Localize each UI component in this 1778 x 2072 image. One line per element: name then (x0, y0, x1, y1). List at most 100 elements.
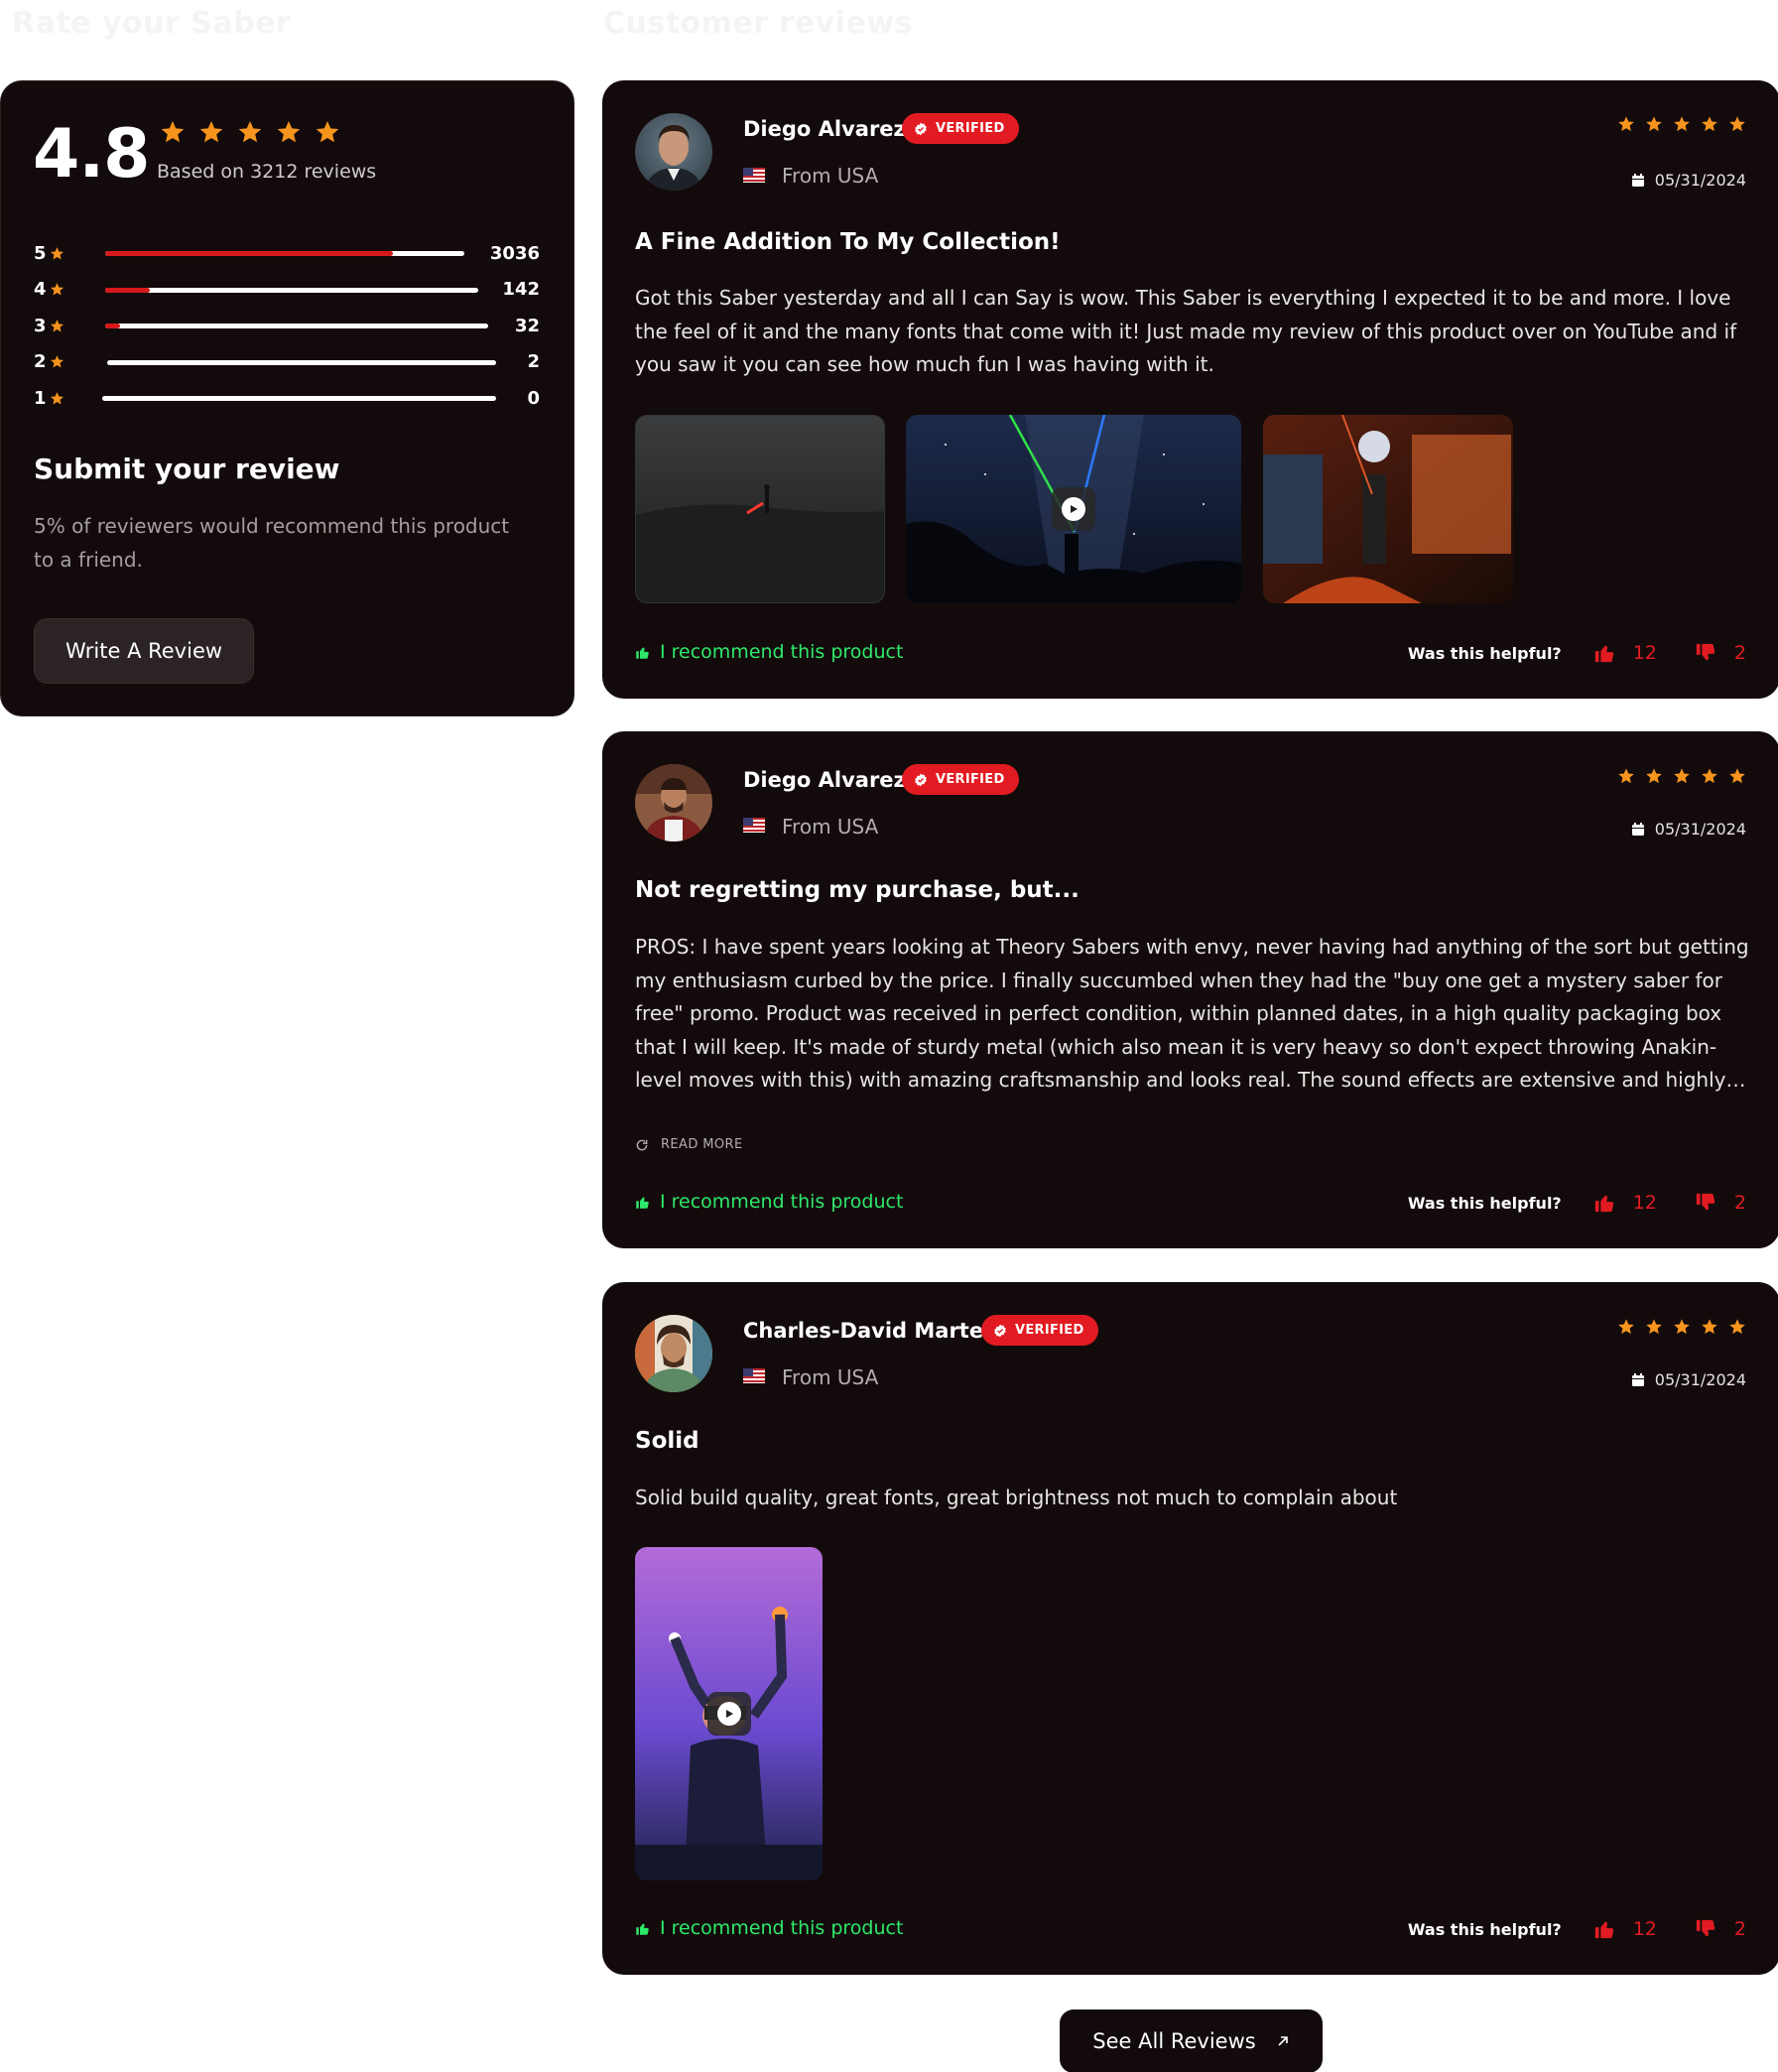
distribution-row: 1 0 (34, 380, 540, 417)
avatar (635, 1315, 712, 1392)
thumbs-up-icon (636, 1196, 649, 1209)
star-icon (238, 120, 262, 143)
distribution-count: 3036 (489, 242, 540, 264)
average-score: 4.8 (33, 115, 150, 194)
like-count: 12 (1632, 642, 1657, 664)
distribution-count: 32 (514, 315, 540, 336)
rating-distribution: 5 3036 4 142 3 32 2 2 1 0 (34, 235, 540, 417)
review-date-text: 05/31/2024 (1654, 171, 1746, 190)
verified-badge: VERIFIED (981, 1315, 1098, 1346)
reviewer-location: From USA (782, 1365, 879, 1389)
arrow-up-right-icon (1278, 2036, 1288, 2046)
reviewer-name: Charles-David Martel (743, 1319, 991, 1343)
review-card: Diego Alvarez VERIFIED From USA 05/31/20… (602, 731, 1778, 1248)
star-icon (50, 319, 71, 333)
refresh-icon (636, 1139, 648, 1150)
distribution-count: 142 (502, 279, 540, 301)
reviewer-location: From USA (782, 815, 879, 839)
calendar-icon (1631, 1372, 1644, 1386)
review-video[interactable] (635, 1547, 823, 1880)
star-icon (1646, 1319, 1662, 1335)
play-icon (726, 1710, 733, 1718)
star-icon (1729, 768, 1745, 784)
distribution-row: 4 142 (34, 272, 540, 309)
review-photo[interactable] (1263, 415, 1513, 603)
star-icon (50, 391, 71, 406)
helpful-label: Was this helpful? (1407, 1919, 1562, 1939)
review-card: Diego Alvarez VERIFIED From USA 05/31/20… (602, 80, 1778, 699)
play-button[interactable] (707, 1692, 751, 1736)
recommend-label: I recommend this product (660, 1191, 904, 1213)
us-flag-icon (743, 168, 765, 183)
review-date: 05/31/2024 (1631, 1370, 1746, 1389)
verified-check-icon (915, 122, 927, 135)
star-icon (50, 282, 71, 297)
avatar (635, 764, 712, 842)
dislike-count: 2 (1733, 1192, 1746, 1214)
recommend-indicator: I recommend this product (635, 641, 903, 663)
star-icon (161, 120, 185, 143)
review-title: Not regretting my purchase, but... (635, 877, 1080, 903)
distribution-bar (107, 359, 496, 365)
star-icon (1702, 116, 1717, 132)
review-video[interactable] (906, 415, 1241, 603)
verified-badge: VERIFIED (902, 764, 1019, 795)
write-review-button[interactable]: Write A Review (34, 618, 254, 684)
reviewer-name: Diego Alvarez (743, 117, 906, 141)
reviews-section-heading: Customer reviews (603, 6, 913, 41)
helpful-label: Was this helpful? (1407, 643, 1562, 663)
verified-check-icon (915, 773, 927, 786)
distribution-bar (105, 287, 478, 293)
reviewer-location: From USA (782, 164, 879, 188)
star-icon (1674, 116, 1690, 132)
see-all-label: See All Reviews (1092, 2029, 1256, 2053)
distribution-star-label: 1 (34, 387, 47, 409)
review-photo[interactable] (635, 415, 885, 603)
review-body: Got this Saber yesterday and all I can S… (635, 286, 1737, 376)
recommend-indicator: I recommend this product (635, 1191, 903, 1213)
thumbs-down-icon[interactable] (1695, 1192, 1716, 1214)
distribution-star-label: 2 (34, 351, 47, 373)
star-icon (199, 120, 223, 143)
thumbs-up-icon (636, 1922, 649, 1935)
like-count: 12 (1632, 1918, 1657, 1940)
recommend-label: I recommend this product (660, 641, 904, 663)
distribution-row: 5 3036 (34, 235, 540, 272)
distribution-row: 3 32 (34, 308, 540, 344)
star-icon (277, 120, 301, 143)
review-stars (1617, 115, 1746, 133)
thumbs-up-icon[interactable] (1593, 1192, 1615, 1214)
distribution-bar (102, 396, 496, 401)
thumbs-up-icon[interactable] (1593, 642, 1615, 664)
play-icon (1071, 505, 1078, 513)
calendar-icon (1631, 822, 1644, 836)
review-body: PROS: I have spent years looking at Theo… (635, 935, 1749, 1092)
review-title: A Fine Addition To My Collection! (635, 229, 1061, 255)
distribution-bar-fill (105, 251, 393, 256)
read-more-link[interactable]: READ MORE (635, 1137, 743, 1152)
helpful-votes: Was this helpful? 12 2 (1408, 642, 1746, 664)
thumbs-down-icon[interactable] (1695, 642, 1716, 664)
verified-check-icon (994, 1324, 1006, 1337)
star-icon (316, 120, 339, 143)
reviewer-name: Diego Alvarez (743, 768, 906, 792)
star-icon (1618, 116, 1634, 132)
distribution-count: 0 (527, 387, 540, 409)
review-date: 05/31/2024 (1631, 820, 1746, 839)
review-date-text: 05/31/2024 (1654, 820, 1746, 839)
helpful-votes: Was this helpful? 12 2 (1408, 1192, 1746, 1214)
review-date: 05/31/2024 (1631, 171, 1746, 190)
thumbs-up-icon[interactable] (1593, 1918, 1615, 1940)
see-all-reviews-button[interactable]: See All Reviews (1060, 2009, 1323, 2072)
star-icon (1674, 768, 1690, 784)
distribution-star-label: 4 (34, 279, 47, 301)
dislike-count: 2 (1733, 1918, 1746, 1940)
review-card: Charles-David Martel VERIFIED From USA 0… (602, 1282, 1778, 1975)
read-more-label: READ MORE (661, 1137, 743, 1152)
dislike-count: 2 (1733, 642, 1746, 664)
play-button[interactable] (1052, 487, 1095, 531)
thumbs-down-icon[interactable] (1695, 1918, 1716, 1940)
distribution-bar-fill (105, 287, 151, 293)
star-icon (1646, 768, 1662, 784)
helpful-label: Was this helpful? (1407, 1193, 1562, 1213)
